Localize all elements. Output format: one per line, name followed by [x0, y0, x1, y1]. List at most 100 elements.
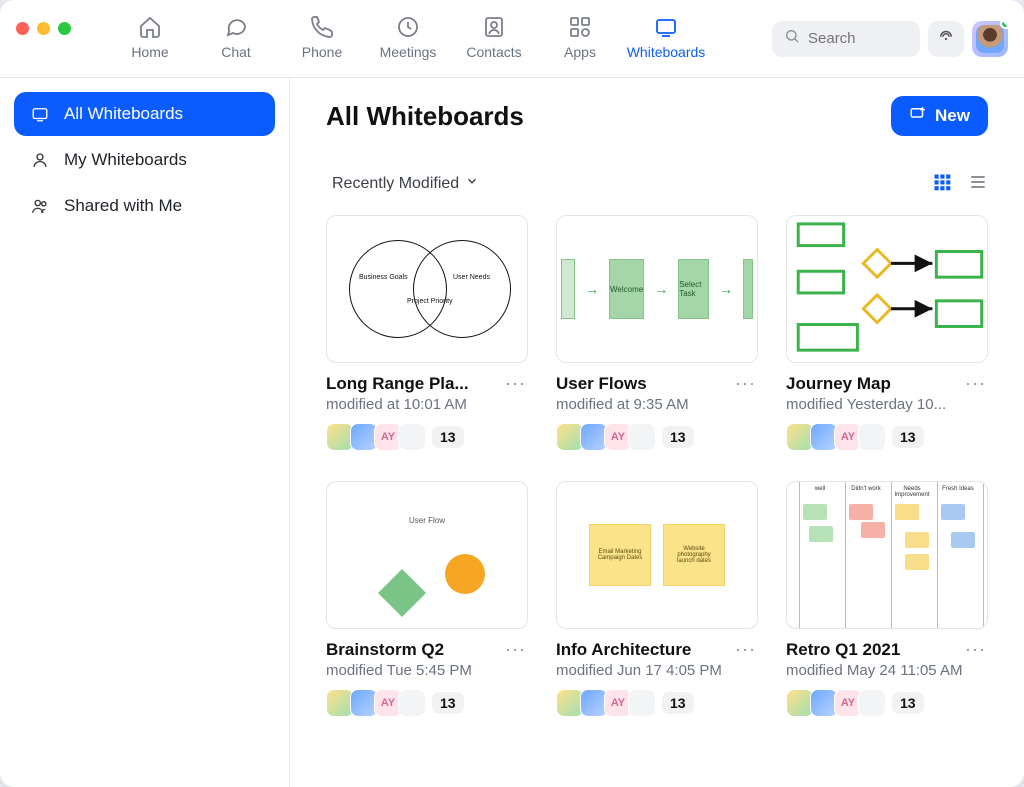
phone-icon [309, 14, 335, 40]
card-more-button[interactable]: ··· [963, 373, 988, 394]
controls-row: Recently Modified [326, 170, 988, 197]
avatar [398, 689, 426, 717]
clock-icon [395, 14, 421, 40]
nav-meetings[interactable]: Meetings [365, 0, 451, 60]
sidebar-item-shared-with-me[interactable]: Shared with Me [14, 184, 275, 228]
sidebar-item-label: My Whiteboards [64, 150, 187, 170]
whiteboard-card[interactable]: well Didn't work Needs Improvement Fresh… [786, 481, 988, 717]
whiteboard-card[interactable]: → Welcome → Select Task → User Flows ···… [556, 215, 758, 451]
nav-contacts[interactable]: Contacts [451, 0, 537, 60]
nav-label: Meetings [380, 44, 437, 60]
minimize-window-button[interactable] [37, 22, 50, 35]
top-nav: Home Chat Phone Meetings Contacts Apps [107, 0, 709, 77]
collaborator-count: 13 [432, 692, 464, 714]
collaborators: AY 13 [786, 423, 988, 451]
window-controls [16, 22, 71, 35]
fullscreen-window-button[interactable] [58, 22, 71, 35]
sort-dropdown[interactable]: Recently Modified [326, 170, 485, 197]
chat-icon [223, 14, 249, 40]
home-icon [137, 14, 163, 40]
view-toggle [932, 172, 988, 195]
nav-home[interactable]: Home [107, 0, 193, 60]
nav-chat[interactable]: Chat [193, 0, 279, 60]
collaborator-count: 13 [432, 426, 464, 448]
avatar [858, 423, 886, 451]
card-more-button[interactable]: ··· [503, 639, 528, 660]
card-more-button[interactable]: ··· [733, 373, 758, 394]
collaborator-count: 13 [662, 426, 694, 448]
card-more-button[interactable]: ··· [733, 639, 758, 660]
avatar [858, 689, 886, 717]
search-input[interactable] [808, 30, 908, 47]
close-window-button[interactable] [16, 22, 29, 35]
chevron-down-icon [465, 174, 479, 193]
new-whiteboard-button[interactable]: New [891, 96, 988, 136]
contacts-icon [481, 14, 507, 40]
whiteboard-card[interactable]: Journey Map ··· modified Yesterday 10...… [786, 215, 988, 451]
nav-apps[interactable]: Apps [537, 0, 623, 60]
people-icon [30, 196, 50, 216]
whiteboard-thumbnail [786, 215, 988, 363]
sidebar-item-label: Shared with Me [64, 196, 182, 216]
toolbar: Home Chat Phone Meetings Contacts Apps [0, 0, 1024, 78]
nav-label: Phone [302, 44, 342, 60]
host-controls-button[interactable] [928, 21, 964, 57]
nav-phone[interactable]: Phone [279, 0, 365, 60]
card-title: User Flows [556, 374, 647, 394]
card-modified: modified Yesterday 10... [786, 396, 988, 413]
profile-avatar[interactable] [972, 21, 1008, 57]
whiteboard-thumbnail: Email Marketing Campaign Dates Website p… [556, 481, 758, 629]
card-title: Journey Map [786, 374, 891, 394]
whiteboard-card[interactable]: Email Marketing Campaign Dates Website p… [556, 481, 758, 717]
avatar [628, 423, 656, 451]
new-button-label: New [935, 106, 970, 126]
nav-label: Apps [564, 44, 596, 60]
main-content: All Whiteboards New Recently Modified [290, 78, 1024, 787]
grid-icon [932, 180, 952, 195]
collaborators: AY 13 [326, 689, 528, 717]
whiteboard-card[interactable]: User Flow Brainstorm Q2 ··· modified Tue… [326, 481, 528, 717]
whiteboard-thumbnail: User Flow [326, 481, 528, 629]
collaborators: AY 13 [786, 689, 988, 717]
presence-indicator [1000, 21, 1008, 29]
list-view-button[interactable] [968, 172, 988, 195]
body: All Whiteboards My Whiteboards Shared wi… [0, 78, 1024, 787]
person-icon [30, 150, 50, 170]
card-title: Long Range Pla... [326, 374, 469, 394]
grid-view-button[interactable] [932, 172, 952, 195]
card-more-button[interactable]: ··· [963, 639, 988, 660]
search-icon [784, 28, 800, 49]
card-title: Retro Q1 2021 [786, 640, 900, 660]
new-icon [909, 105, 927, 128]
sidebar-item-all-whiteboards[interactable]: All Whiteboards [14, 92, 275, 136]
whiteboard-grid: Business Goals User Needs Project Priori… [326, 215, 988, 717]
broadcast-icon [937, 27, 955, 50]
page-title: All Whiteboards [326, 101, 524, 132]
search-field[interactable] [772, 21, 920, 57]
collaborators: AY 13 [556, 689, 758, 717]
whiteboard-icon [653, 14, 679, 40]
collaborator-count: 13 [892, 426, 924, 448]
avatar [398, 423, 426, 451]
collaborators: AY 13 [326, 423, 528, 451]
card-modified: modified at 10:01 AM [326, 396, 528, 413]
whiteboard-thumbnail: Business Goals User Needs Project Priori… [326, 215, 528, 363]
card-modified: modified Jun 17 4:05 PM [556, 662, 758, 679]
card-modified: modified at 9:35 AM [556, 396, 758, 413]
whiteboard-thumbnail: well Didn't work Needs Improvement Fresh… [786, 481, 988, 629]
whiteboard-icon [30, 104, 50, 124]
card-modified: modified Tue 5:45 PM [326, 662, 528, 679]
sidebar-item-label: All Whiteboards [64, 104, 183, 124]
whiteboard-card[interactable]: Business Goals User Needs Project Priori… [326, 215, 528, 451]
nav-label: Home [131, 44, 168, 60]
card-title: Info Architecture [556, 640, 691, 660]
nav-whiteboards[interactable]: Whiteboards [623, 0, 709, 60]
whiteboard-thumbnail: → Welcome → Select Task → [556, 215, 758, 363]
sidebar: All Whiteboards My Whiteboards Shared wi… [0, 78, 290, 787]
card-more-button[interactable]: ··· [503, 373, 528, 394]
nav-label: Chat [221, 44, 251, 60]
collaborators: AY 13 [556, 423, 758, 451]
main-header: All Whiteboards New [326, 96, 988, 136]
sidebar-item-my-whiteboards[interactable]: My Whiteboards [14, 138, 275, 182]
list-icon [968, 180, 988, 195]
